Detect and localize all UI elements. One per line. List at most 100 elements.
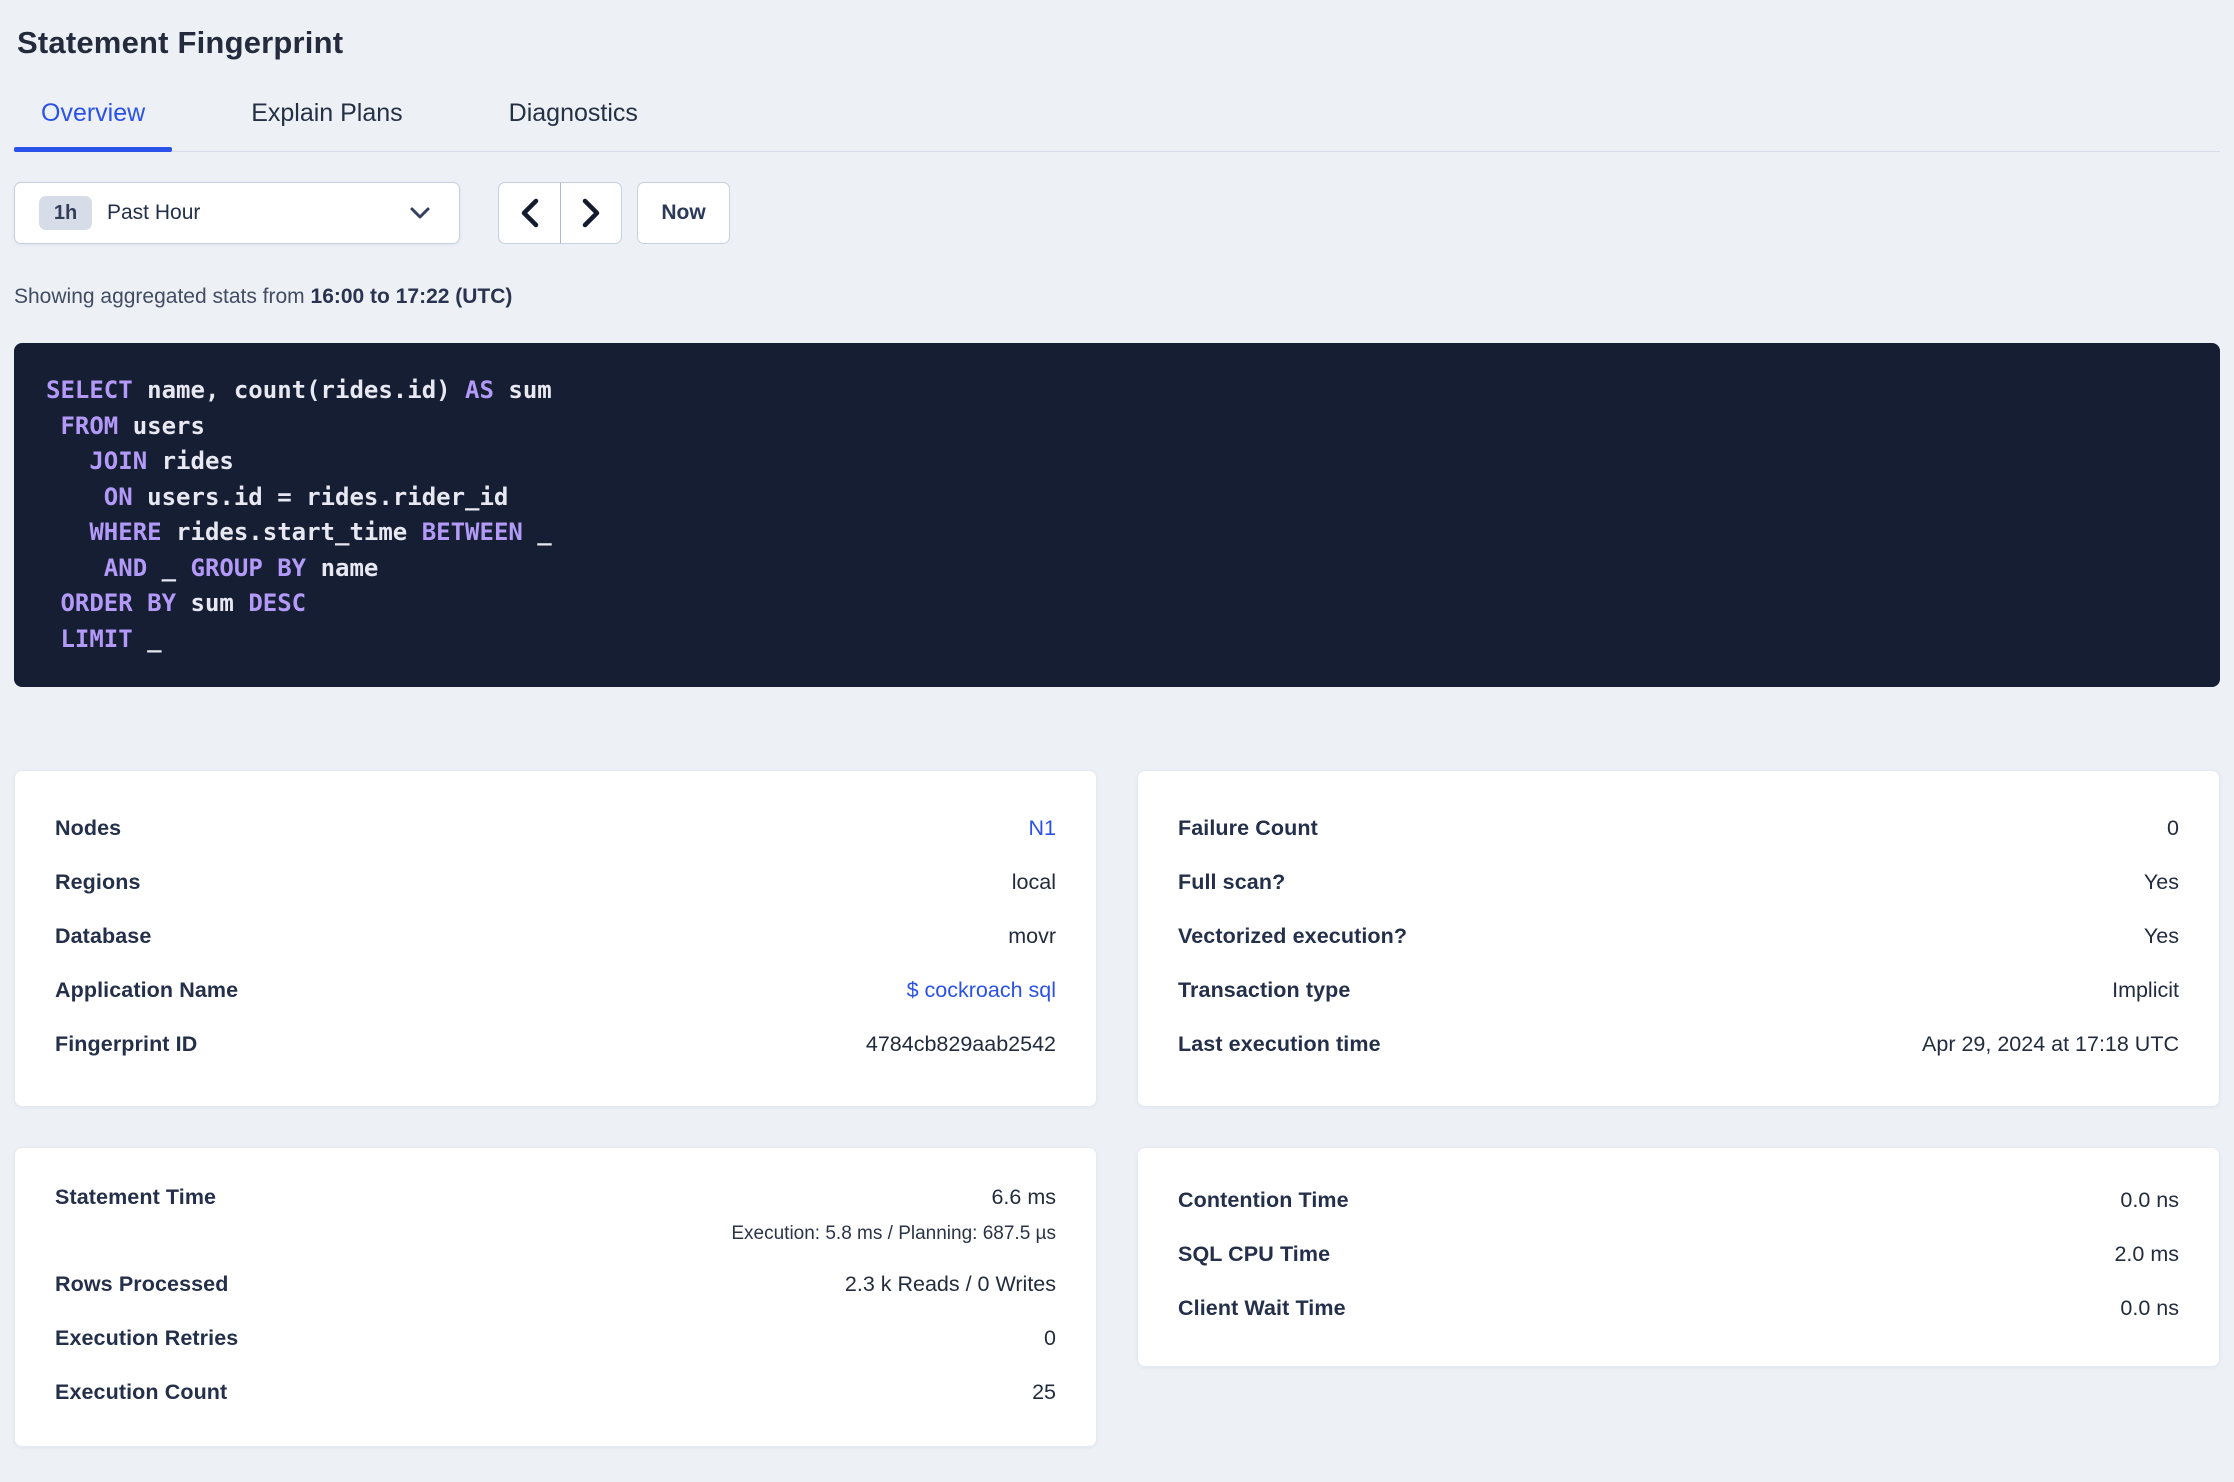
sql-text: _: [132, 624, 162, 653]
kv-label: Rows Processed: [55, 1271, 229, 1296]
sql-text: sum: [176, 589, 249, 617]
kv-row: Regions local: [55, 855, 1056, 909]
sql-statement-box: SELECT name, count(rides.id) AS sum FROM…: [14, 343, 2220, 687]
kv-label: Full scan?: [1178, 869, 1286, 894]
kv-value: 0.0 ns: [2120, 1187, 2179, 1212]
aggregated-stats-prefix: Showing aggregated stats from: [14, 285, 311, 308]
kv-row: Statement Time 6.6 ms Execution: 5.8 ms / …: [55, 1173, 1056, 1257]
tab-diagnostics[interactable]: Diagnostics: [482, 98, 665, 151]
kv-value: 0: [1044, 1325, 1056, 1350]
statement-timing-card: Statement Time 6.6 ms Execution: 5.8 ms / …: [14, 1147, 1097, 1447]
kv-label: Last execution time: [1178, 1031, 1381, 1056]
kv-row: Nodes N1: [55, 801, 1056, 855]
kv-value: Implicit: [2112, 977, 2179, 1002]
sql-keyword: LIMIT: [60, 624, 133, 653]
tab-explain-plans[interactable]: Explain Plans: [224, 98, 429, 151]
kv-value-link[interactable]: $ cockroach sql: [907, 978, 1056, 1003]
sql-text: _: [147, 553, 191, 582]
kv-row: Vectorized execution? Yes: [1178, 909, 2179, 963]
kv-value: local: [1011, 869, 1056, 894]
sql-text: users: [118, 411, 205, 440]
sql-keyword: ORDER: [60, 589, 133, 617]
kv-label: Execution Retries: [55, 1325, 239, 1350]
sql-keyword: FROM: [60, 411, 119, 440]
interval-badge: 1h: [39, 196, 92, 230]
kv-label: Nodes: [55, 815, 122, 840]
kv-label: Statement Time: [55, 1185, 217, 1209]
kv-row: Execution Retries 0: [55, 1311, 1056, 1365]
kv-label: Execution Count: [55, 1379, 228, 1404]
kv-row: Rows Processed 2.3 k Reads / 0 Writes: [55, 1257, 1056, 1311]
kv-value: Yes: [2143, 923, 2179, 948]
kv-label: Client Wait Time: [1178, 1295, 1346, 1320]
kv-row: Execution Count 25: [55, 1365, 1056, 1419]
statement-fingerprint-page: Statement Fingerprint Overview Explain Pl…: [0, 24, 2234, 1447]
kv-label: Transaction type: [1178, 977, 1351, 1002]
sql-text: rides.start_time: [161, 518, 422, 546]
kv-row: Client Wait Time 0.0 ns: [1178, 1281, 2179, 1335]
kv-row: Contention Time 0.0 ns: [1178, 1173, 2179, 1227]
time-controls: 1h Past Hour Now: [14, 182, 2220, 244]
kv-row: Database movr: [55, 909, 1056, 963]
sql-text: name, count(rides.id): [132, 376, 466, 404]
kv-value: Yes: [2143, 869, 2179, 894]
kv-row: Failure Count 0: [1178, 801, 2179, 855]
kv-label: Regions: [55, 869, 141, 894]
kv-value: 0.0 ns: [2120, 1295, 2179, 1320]
kv-row: Full scan? Yes: [1178, 855, 2179, 909]
prev-range-button[interactable]: [498, 182, 560, 244]
sql-text: users.id = rides.rider_id: [132, 482, 509, 511]
kv-value: 2.3 k Reads / 0 Writes: [844, 1271, 1056, 1296]
next-range-button[interactable]: [560, 182, 622, 244]
kv-row: Fingerprint ID 4784cb829aab2542: [55, 1017, 1056, 1071]
wait-timing-card: Contention Time 0.0 ns SQL CPU Time 2.0 ms C…: [1137, 1147, 2220, 1367]
kv-value: 0: [2167, 815, 2179, 840]
sql-keyword: GROUP: [190, 553, 263, 582]
kv-label: Contention Time: [1178, 1187, 1349, 1212]
kv-value-link[interactable]: N1: [1029, 816, 1056, 841]
sql-keyword: SELECT: [46, 376, 133, 404]
tab-overview[interactable]: Overview: [14, 98, 173, 152]
kv-subvalue: Execution: 5.8 ms / Planning: 687.5 µs: [731, 1223, 1056, 1244]
execution-attributes-card: Failure Count 0 Full scan? Yes Vectorized ex…: [1137, 770, 2220, 1107]
kv-label: Fingerprint ID: [55, 1031, 198, 1056]
kv-value: 2.0 ms: [2114, 1241, 2179, 1266]
kv-value-group: 6.6 ms Execution: 5.8 ms / Planning: 687.…: [731, 1173, 1056, 1247]
sql-text: _: [522, 518, 552, 546]
kv-label: Vectorized execution?: [1178, 923, 1408, 948]
sql-keyword: BY: [147, 589, 177, 617]
sql-keyword: ON: [103, 482, 133, 511]
aggregated-stats-text: Showing aggregated stats from 16:00 to 1…: [14, 284, 2220, 310]
sql-keyword: BY: [277, 553, 307, 582]
sql-keyword: JOIN: [89, 447, 148, 475]
properties-cards-row: Nodes N1 Regions local Database movr Applicati…: [14, 770, 2220, 1107]
sql-keyword: WHERE: [89, 518, 162, 546]
sql-text: rides: [147, 447, 234, 475]
sql-keyword: DESC: [248, 589, 307, 617]
kv-label: Database: [55, 923, 152, 948]
kv-label: Application Name: [55, 977, 239, 1002]
sql-text: sum: [493, 376, 552, 404]
aggregated-stats-range: 16:00 to 17:22 (UTC): [310, 285, 513, 308]
kv-row: Transaction type Implicit: [1178, 963, 2179, 1017]
now-button[interactable]: Now: [637, 182, 730, 244]
sql-statement-text: SELECT name, count(rides.id) AS sum FROM…: [46, 373, 2188, 657]
kv-row: Last execution time Apr 29, 2024 at 17:18…: [1178, 1017, 2179, 1071]
kv-value: movr: [1008, 923, 1056, 948]
time-range-select[interactable]: 1h Past Hour: [14, 182, 460, 244]
kv-value: Apr 29, 2024 at 17:18 UTC: [1922, 1031, 2179, 1056]
kv-label: SQL CPU Time: [1178, 1241, 1331, 1266]
time-range-label: Past Hour: [107, 201, 201, 224]
page-title: Statement Fingerprint: [17, 25, 344, 60]
kv-label: Failure Count: [1178, 815, 1318, 840]
sql-keyword: AND: [103, 553, 148, 582]
